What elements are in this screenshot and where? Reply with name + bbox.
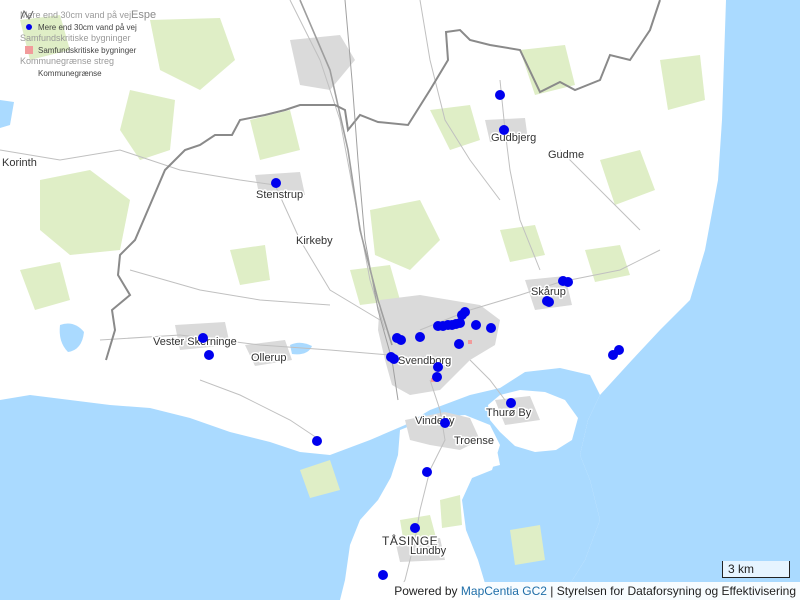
flood-point-marker[interactable]: [198, 333, 208, 343]
place-label: Gudbjerg: [491, 132, 536, 144]
place-label: Vester Skerninge: [153, 336, 237, 348]
flood-point-marker[interactable]: [454, 339, 464, 349]
flood-point-marker[interactable]: [433, 362, 443, 372]
flood-point-marker[interactable]: [415, 332, 425, 342]
flood-point-marker[interactable]: [471, 320, 481, 330]
legend-row: Samfundskritiske bygninger: [20, 44, 137, 56]
place-label: Ollerup: [251, 352, 286, 364]
lake-2: [0, 100, 14, 128]
flood-point-marker[interactable]: [312, 436, 322, 446]
place-label: Thurø By: [486, 407, 532, 419]
flood-point-marker[interactable]: [614, 345, 624, 355]
place-label: Kirkeby: [296, 235, 333, 247]
map-legend: Mere end 30cm vand på vej Mere end 30cm …: [20, 10, 137, 79]
attribution-prefix: Powered by: [394, 584, 458, 598]
flood-point-marker[interactable]: [204, 350, 214, 360]
attribution-source: Styrelsen for Dataforsyning og Effektivi…: [556, 584, 796, 598]
flood-point-marker[interactable]: [460, 307, 470, 317]
flood-point-marker[interactable]: [378, 570, 388, 580]
legend-item-label: Kommunegrænse: [38, 68, 102, 78]
flood-point-marker[interactable]: [389, 354, 399, 364]
flood-point-marker[interactable]: [495, 90, 505, 100]
legend-item-label: Mere end 30cm vand på vej: [38, 22, 137, 32]
flood-point-marker[interactable]: [544, 297, 554, 307]
flood-point-marker[interactable]: [499, 125, 509, 135]
flood-point-marker[interactable]: [422, 467, 432, 477]
place-label: Skårup: [531, 286, 566, 298]
place-label: Lundby: [410, 545, 447, 557]
legend-layer-title: Samfundskritiske bygninger: [20, 33, 131, 43]
flood-point-marker[interactable]: [486, 323, 496, 333]
flood-point-marker[interactable]: [563, 277, 573, 287]
place-label: Svendborg: [398, 355, 451, 367]
place-label: Stenstrup: [256, 189, 303, 201]
place-label: Troense: [454, 435, 494, 447]
legend-row: Kommunegrænse: [20, 10, 137, 79]
place-label: Korinth: [2, 157, 37, 169]
scale-label: 3 km: [728, 562, 755, 576]
espe-urban: [290, 35, 355, 90]
blue-dot-icon: [20, 24, 38, 30]
legend-row: Mere end 30cm vand på vej: [20, 21, 137, 33]
flood-point-marker[interactable]: [271, 178, 281, 188]
scale-bar: 3 km: [722, 561, 790, 578]
lake-3: [59, 323, 84, 352]
attribution: Powered by MapCentia GC2 | Styrelsen for…: [389, 582, 800, 600]
flood-point-marker[interactable]: [440, 418, 450, 428]
critical-building: [468, 340, 472, 344]
red-square-icon: [20, 46, 38, 54]
legend-layer-title: Mere end 30cm vand på vej: [20, 10, 132, 20]
attribution-separator: |: [550, 584, 554, 598]
flood-point-marker[interactable]: [432, 372, 442, 382]
map-canvas[interactable]: Espe Gudbjerg Gudme Korinth Stenstrup Ki…: [0, 0, 800, 600]
place-label: Gudme: [548, 149, 584, 161]
flood-point-marker[interactable]: [410, 523, 420, 533]
flood-point-marker[interactable]: [506, 398, 516, 408]
legend-layer-title: Kommunegrænse streg: [20, 56, 115, 66]
legend-item-label: Samfundskritiske bygninger: [38, 45, 137, 55]
mapcentia-link[interactable]: MapCentia GC2: [461, 584, 547, 598]
flood-point-marker[interactable]: [396, 335, 406, 345]
map-svg: Espe Gudbjerg Gudme Korinth Stenstrup Ki…: [0, 0, 800, 600]
